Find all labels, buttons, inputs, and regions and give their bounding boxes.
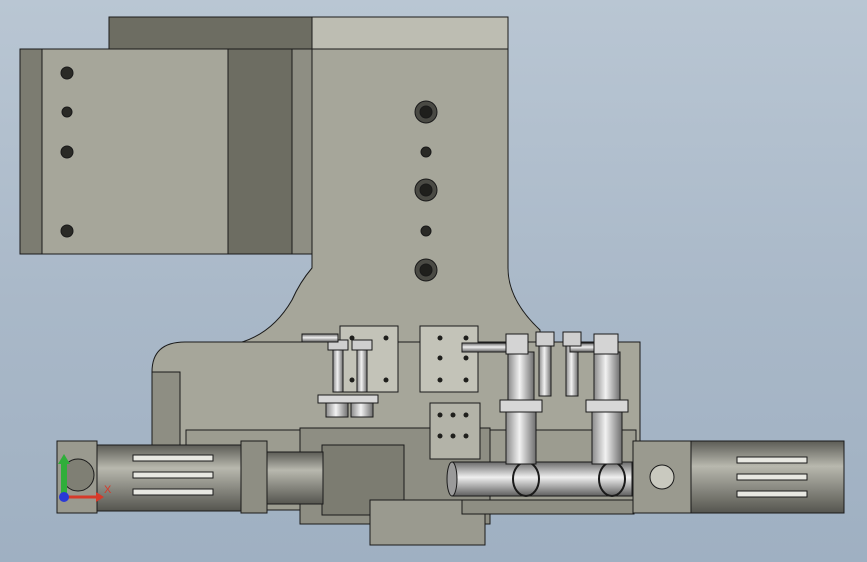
fitting-cap <box>535 331 555 347</box>
center-valve-bracket <box>419 325 479 393</box>
counterbore-hole-inner <box>419 183 433 197</box>
bracket-hole <box>437 377 443 383</box>
fitting-cap <box>562 331 582 347</box>
plate-hole <box>463 433 469 439</box>
small-fitting-body <box>332 347 344 393</box>
top-back-block <box>108 16 315 50</box>
thin-fitting <box>565 345 579 397</box>
valve-stack-body <box>507 351 535 403</box>
actuator-rib <box>132 454 214 462</box>
elbow-fitting <box>593 333 619 355</box>
bracket-hole <box>383 377 389 383</box>
left-actuator-rod-boot <box>266 451 324 505</box>
hose-barb <box>301 333 339 343</box>
triad-z-axis <box>59 492 69 502</box>
guide-rod <box>451 461 633 497</box>
hole-plate <box>429 402 481 460</box>
plate-hole <box>450 433 456 439</box>
actuator-rib <box>132 488 214 496</box>
small-fitting-body <box>356 347 368 393</box>
bracket-hole <box>463 355 469 361</box>
cad-model-view <box>19 16 845 546</box>
fitting-collar <box>350 402 374 418</box>
mount-hole <box>60 66 74 80</box>
valve-stack-flange <box>585 399 629 413</box>
plate-hole <box>437 433 443 439</box>
bracket-hole <box>383 335 389 341</box>
actuator-rib <box>736 456 808 464</box>
counterbore-hole-inner <box>419 105 433 119</box>
bracket-hole <box>437 355 443 361</box>
motor-block-front <box>19 48 229 255</box>
bracket-hole <box>437 335 443 341</box>
bracket-hole <box>349 377 355 383</box>
thin-fitting <box>538 345 552 397</box>
motor-block-back <box>291 48 313 255</box>
mount-hole <box>420 225 432 237</box>
left-valve-bracket <box>339 325 399 393</box>
fitting-nut <box>351 339 373 351</box>
bracket-hole <box>463 335 469 341</box>
mount-hole <box>420 146 432 158</box>
mount-hole <box>61 106 73 118</box>
elbow-fitting <box>505 333 529 355</box>
plate-hole <box>437 412 443 418</box>
plate-hole <box>450 412 456 418</box>
cad-viewport[interactable]: X <box>0 0 867 562</box>
mount-hole <box>60 145 74 159</box>
right-actuator-port <box>649 464 675 490</box>
hose-barb <box>461 342 507 353</box>
left-actuator-head <box>240 440 268 514</box>
valve-stack-lower <box>505 411 537 465</box>
bracket-hole <box>463 377 469 383</box>
fitting-base <box>317 394 379 404</box>
bottom-foot-step <box>461 499 635 515</box>
actuator-rib <box>736 490 808 498</box>
actuator-rib <box>132 471 214 479</box>
plate-hole <box>463 412 469 418</box>
valve-stack-body <box>593 351 621 403</box>
valve-stack-lower <box>591 411 623 465</box>
mount-hole <box>60 224 74 238</box>
guide-rod-end <box>446 461 458 497</box>
counterbore-hole-inner <box>419 263 433 277</box>
fitting-collar <box>325 402 349 418</box>
motor-block-left-edge <box>19 48 43 255</box>
upright-plate-top-face <box>311 16 509 50</box>
motor-block-side <box>227 48 293 255</box>
actuator-rib <box>736 473 808 481</box>
triad-x-label: X <box>104 484 112 496</box>
valve-stack-flange <box>499 399 543 413</box>
